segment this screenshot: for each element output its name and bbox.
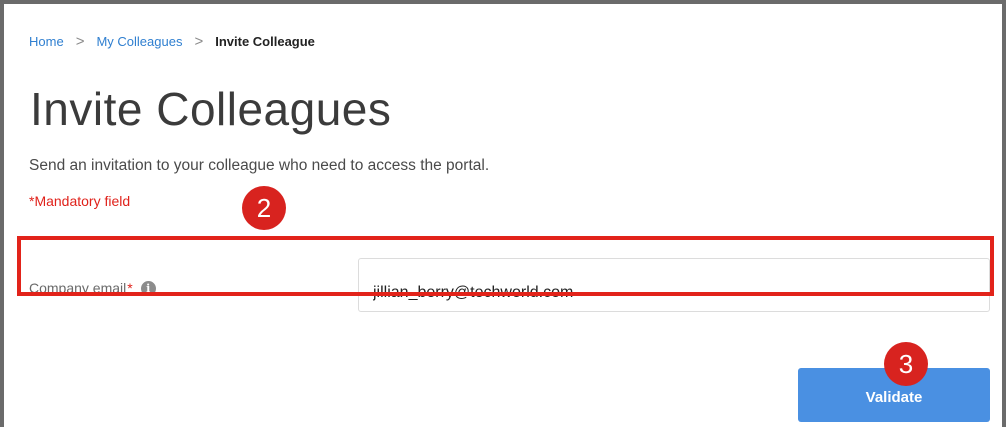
company-email-input[interactable] [358,258,990,312]
step-3-annotation-badge: 3 [884,342,928,386]
info-icon[interactable]: i [140,280,156,296]
breadcrumb-separator-icon: > [75,33,85,50]
required-marker: * [127,280,133,296]
mandatory-field-note: *Mandatory field [29,193,131,209]
page-frame: Home > My Colleagues > Invite Colleague … [0,0,1006,427]
breadcrumb-separator-icon: > [194,33,204,50]
step-2-annotation-badge: 2 [242,186,286,230]
breadcrumb-my-colleagues-link[interactable]: My Colleagues [96,34,182,49]
breadcrumb: Home > My Colleagues > Invite Colleague [29,34,315,49]
page-title: Invite Colleagues [30,83,392,135]
page-description: Send an invitation to your colleague who… [29,157,490,174]
breadcrumb-home-link[interactable]: Home [29,34,64,49]
company-email-label: Company email * i [29,280,156,296]
breadcrumb-current: Invite Colleague [215,34,315,49]
company-email-label-text: Company email [29,280,127,296]
